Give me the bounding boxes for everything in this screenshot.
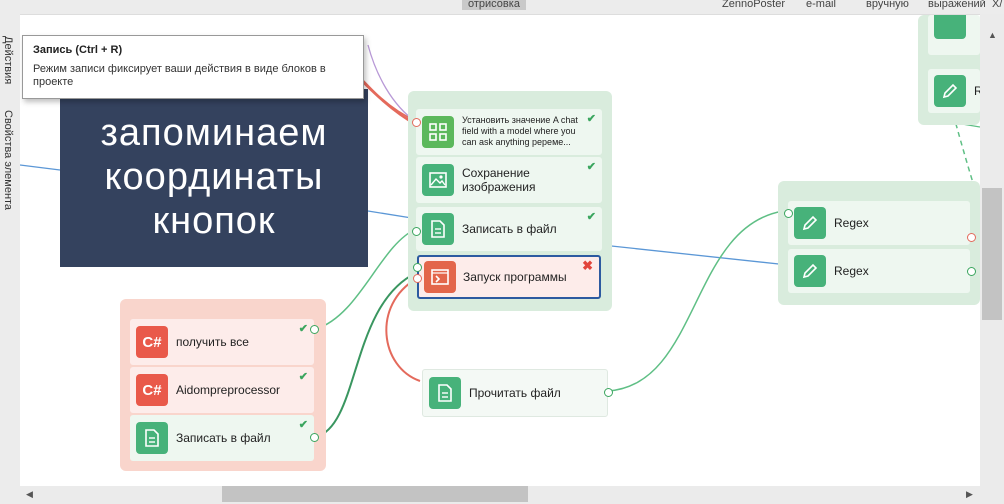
block-run-program[interactable]: Запуск программы ✖ [417, 255, 601, 299]
block-label: Установить значение A chat field with a … [462, 115, 578, 147]
csharp-icon: C# [136, 374, 168, 406]
tab-element-properties[interactable]: Свойства элемента [2, 110, 14, 210]
terminal-icon [424, 261, 456, 293]
block-regex-1[interactable]: Regex [788, 201, 970, 245]
tooltip-text: Режим записи фиксирует ваши действия в в… [33, 63, 326, 88]
tab-actions[interactable]: Действия [2, 36, 14, 84]
annotation-overlay: запоминаем координаты кнопок [60, 89, 368, 267]
output-port[interactable] [310, 325, 319, 334]
overlay-line-2: координаты [104, 156, 324, 198]
check-icon: ✔ [586, 211, 596, 223]
block-label: Запуск программы [463, 270, 567, 284]
block-get-all[interactable]: C# получить все ✔ [130, 319, 314, 365]
block-label: Записать в файл [176, 431, 271, 445]
image-icon [422, 164, 454, 196]
tab-zennoposter[interactable]: ZennoPoster [722, 0, 785, 10]
error-icon: ✖ [582, 258, 593, 273]
tab-manual[interactable]: вручную [866, 0, 909, 10]
record-tooltip: Запись (Ctrl + R) Режим записи фиксирует… [22, 35, 364, 99]
block-aidompreprocessor[interactable]: C# Aidompreprocessor ✔ [130, 367, 314, 413]
check-icon: ✔ [298, 323, 308, 335]
tooltip-title: Запись (Ctrl + R) [33, 44, 123, 56]
check-icon: ✔ [586, 113, 596, 125]
overlay-line-3: кнопок [152, 200, 276, 242]
output-port[interactable] [310, 433, 319, 442]
csharp-icon: C# [136, 326, 168, 358]
input-port[interactable] [784, 209, 793, 218]
horizontal-scroll-thumb[interactable] [222, 486, 528, 502]
pencil-icon [794, 255, 826, 287]
pencil-icon [794, 207, 826, 239]
vertical-scrollbar[interactable]: ▲ [980, 14, 1004, 504]
block-top-right-1[interactable] [928, 15, 980, 55]
pencil-icon [934, 15, 966, 39]
check-icon: ✔ [298, 419, 308, 431]
scroll-left-icon[interactable]: ◀ [26, 489, 33, 500]
grid-icon [422, 116, 454, 148]
tab-email[interactable]: e-mail [806, 0, 836, 10]
block-label: Сохранение изображения [462, 166, 536, 194]
block-read-file[interactable]: Прочитать файл [422, 369, 608, 417]
overlay-line-1: запоминаем [100, 112, 328, 154]
block-label: Прочитать файл [469, 386, 561, 400]
file-icon [429, 377, 461, 409]
block-top-right-2[interactable]: Re [928, 69, 980, 113]
block-label: Regex [834, 216, 869, 230]
vertical-scroll-thumb[interactable] [982, 188, 1002, 320]
block-label: Aidompreprocessor [176, 383, 281, 397]
block-save-image[interactable]: Сохранение изображения ✔ [416, 157, 602, 203]
block-label: Записать в файл [462, 222, 557, 236]
horizontal-scrollbar[interactable]: ◀ ▶ [20, 486, 980, 504]
side-panel-tabs: Действия Свойства элемента [0, 14, 21, 504]
file-icon [136, 422, 168, 454]
block-write-file-bottom[interactable]: Записать в файл ✔ [130, 415, 314, 461]
block-write-file-top[interactable]: Записать в файл ✔ [416, 207, 602, 251]
scroll-right-icon[interactable]: ▶ [966, 489, 973, 500]
input-port[interactable] [413, 263, 422, 272]
input-port[interactable] [412, 118, 421, 127]
tab-drawing[interactable]: отрисовка [462, 0, 526, 10]
block-label: Regex [834, 264, 869, 278]
input-port[interactable] [413, 274, 422, 283]
block-set-value[interactable]: Установить значение A chat field with a … [416, 109, 602, 155]
project-canvas[interactable]: Установить значение A chat field with a … [20, 14, 980, 487]
file-icon [422, 213, 454, 245]
input-port[interactable] [412, 227, 421, 236]
scroll-up-icon[interactable]: ▲ [988, 30, 997, 40]
top-toolbar: отрисовка ZennoPoster e-mail вручную выр… [0, 0, 1004, 15]
check-icon: ✔ [298, 371, 308, 383]
output-port[interactable] [604, 388, 613, 397]
block-regex-2[interactable]: Regex [788, 249, 970, 293]
check-icon: ✔ [586, 161, 596, 173]
tab-cut[interactable]: X/ [992, 0, 1002, 10]
pencil-icon [934, 75, 966, 107]
tab-expressions[interactable]: выражений [928, 0, 986, 10]
output-port[interactable] [967, 233, 976, 242]
block-label: получить все [176, 335, 249, 349]
output-port[interactable] [967, 267, 976, 276]
